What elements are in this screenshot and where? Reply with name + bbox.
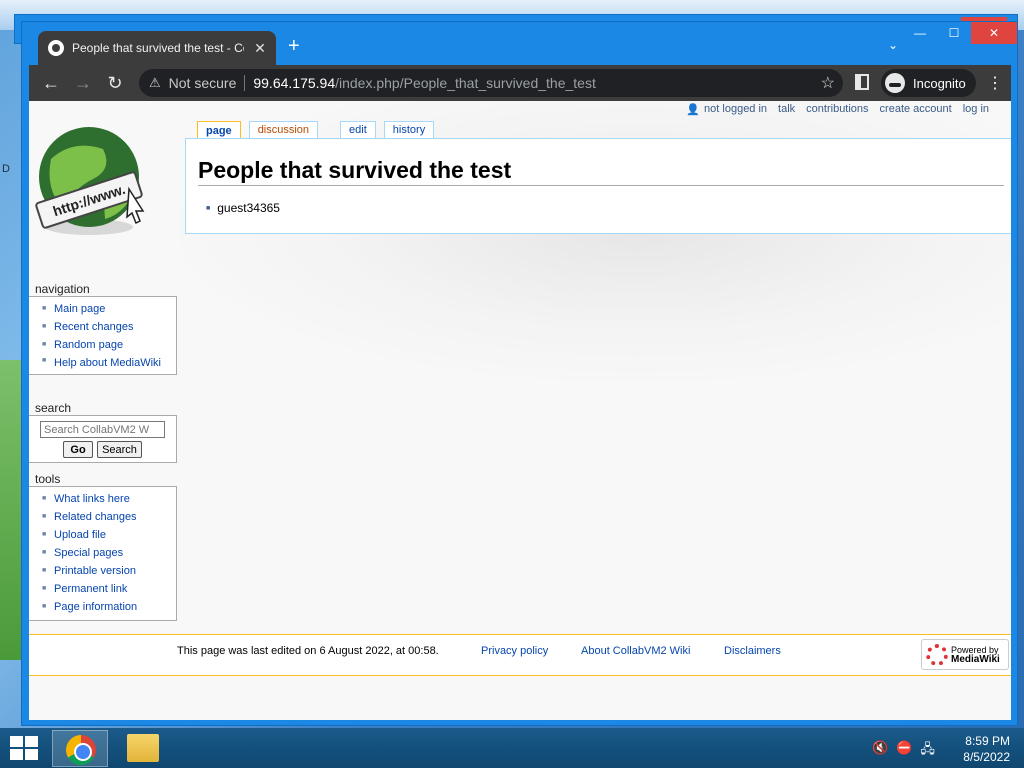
taskbar-chrome-button[interactable] [52, 730, 108, 767]
security-label[interactable]: Not secure [169, 75, 246, 91]
tab-title: People that survived the test - Co [72, 41, 244, 55]
url-host: 99.64.175.94 [253, 75, 336, 91]
close-button[interactable]: ✕ [971, 22, 1017, 44]
content-tabs: page discussion edit history [197, 121, 435, 139]
tab-history[interactable]: history [383, 121, 435, 138]
powered-by-mediawiki-badge[interactable]: Powered by MediaWiki [921, 639, 1009, 670]
sidebar-item-printable-version[interactable]: Printable version [54, 565, 136, 577]
sidebar-item-related-changes[interactable]: Related changes [54, 511, 137, 523]
disclaimers-link[interactable]: Disclaimers [724, 645, 781, 657]
go-button[interactable]: Go [63, 441, 94, 458]
warning-icon[interactable]: ⚠ [149, 75, 161, 91]
list-item: guest34365 [206, 201, 280, 215]
search-portlet: search Go Search [29, 401, 177, 463]
incognito-label: Incognito [913, 75, 966, 91]
tools-heading: tools [35, 472, 61, 486]
file-explorer-icon[interactable] [127, 734, 159, 762]
sidebar-item-upload-file[interactable]: Upload file [54, 529, 106, 541]
sidebar-item-recent-changes[interactable]: Recent changes [54, 321, 134, 333]
tab-close-icon[interactable]: ✕ [252, 40, 268, 57]
user-icon: 👤 [686, 104, 701, 116]
sidebar-item-main-page[interactable]: Main page [54, 303, 105, 315]
incognito-indicator[interactable]: Incognito [881, 69, 976, 97]
browser-titlebar: People that survived the test - Co ✕ + ⌄… [22, 22, 1017, 65]
clock[interactable]: 8:59 PM 8/5/2022 [950, 733, 1010, 765]
clock-time: 8:59 PM [965, 734, 1010, 748]
browser-window: People that survived the test - Co ✕ + ⌄… [21, 21, 1018, 726]
personal-tools: 👤 not logged in talk contributions creat… [686, 103, 989, 116]
page-footer: This page was last edited on 6 August 20… [29, 634, 1011, 676]
navigation-portlet: navigation Main page Recent changes Rand… [29, 282, 177, 375]
new-tab-button[interactable]: + [288, 36, 300, 56]
side-panel-icon[interactable] [855, 74, 869, 90]
back-arrow-icon[interactable]: ← [35, 67, 67, 99]
tab-page[interactable]: page [197, 121, 241, 139]
not-logged-in-link[interactable]: not logged in [704, 103, 767, 116]
incognito-icon [885, 73, 905, 93]
sidebar-item-page-information[interactable]: Page information [54, 601, 137, 613]
chrome-icon [66, 735, 96, 765]
powered-by-label: Powered by [951, 644, 999, 655]
tab-search-chevron-icon[interactable]: ⌄ [888, 38, 898, 52]
create-account-link[interactable]: create account [880, 103, 952, 116]
speaker-muted-icon[interactable]: 🔇 [872, 740, 888, 762]
desktop-edge-label: D [2, 163, 10, 175]
content-list: guest34365 [206, 201, 280, 215]
web-page: 👤 not logged in talk contributions creat… [29, 101, 1011, 720]
mediawiki-label: MediaWiki [951, 653, 1000, 665]
taskbar: 🔇 ⛔ 🖧 8:59 PM 8/5/2022 [0, 728, 1024, 768]
content-area: People that survived the test guest34365 [185, 138, 1011, 234]
browser-tab[interactable]: People that survived the test - Co ✕ [38, 31, 276, 65]
network-error-icon[interactable]: ⛔ [896, 740, 912, 762]
sidebar-item-help[interactable]: Help about MediaWiki [54, 357, 161, 369]
sidebar-item-special-pages[interactable]: Special pages [54, 547, 123, 559]
tab-discussion[interactable]: discussion [248, 121, 319, 138]
sidebar-item-random-page[interactable]: Random page [54, 339, 123, 351]
tab-edit[interactable]: edit [340, 121, 376, 138]
page-title: People that survived the test [198, 157, 1004, 186]
sidebar-item-what-links-here[interactable]: What links here [54, 493, 130, 505]
network-icon[interactable]: 🖧 [920, 740, 935, 762]
contributions-link[interactable]: contributions [806, 103, 868, 116]
reload-icon[interactable]: ↻ [99, 67, 131, 99]
search-button[interactable]: Search [97, 441, 142, 458]
forward-arrow-icon[interactable]: → [67, 67, 99, 99]
mediawiki-logo-icon [926, 643, 948, 666]
bookmark-star-icon[interactable]: ☆ [821, 73, 835, 93]
search-input[interactable] [40, 421, 165, 438]
minimize-button[interactable]: — [903, 22, 937, 44]
address-bar[interactable]: ⚠ Not secure 99.64.175.94 /index.php/Peo… [139, 69, 843, 97]
globe-icon [48, 40, 64, 56]
start-windows-icon[interactable] [10, 736, 38, 760]
tools-portlet: tools What links here Related changes Up… [29, 472, 177, 621]
search-heading: search [35, 401, 72, 415]
system-tray: 🔇 ⛔ 🖧 [872, 740, 935, 762]
clock-date: 8/5/2022 [963, 750, 1010, 764]
wiki-logo[interactable]: http://www. [33, 119, 145, 241]
url-path: /index.php/People_that_survived_the_test [335, 75, 596, 91]
log-in-link[interactable]: log in [963, 103, 989, 116]
about-link[interactable]: About CollabVM2 Wiki [581, 645, 690, 657]
maximize-button[interactable]: ☐ [937, 22, 971, 44]
privacy-policy-link[interactable]: Privacy policy [481, 645, 548, 657]
sidebar-item-permanent-link[interactable]: Permanent link [54, 583, 127, 595]
talk-link[interactable]: talk [778, 103, 795, 116]
last-modified: This page was last edited on 6 August 20… [177, 645, 439, 657]
menu-kebab-icon[interactable]: ⋮ [987, 73, 1003, 93]
browser-toolbar: ← → ↻ ⚠ Not secure 99.64.175.94 /index.p… [29, 65, 1011, 101]
navigation-heading: navigation [35, 282, 90, 296]
